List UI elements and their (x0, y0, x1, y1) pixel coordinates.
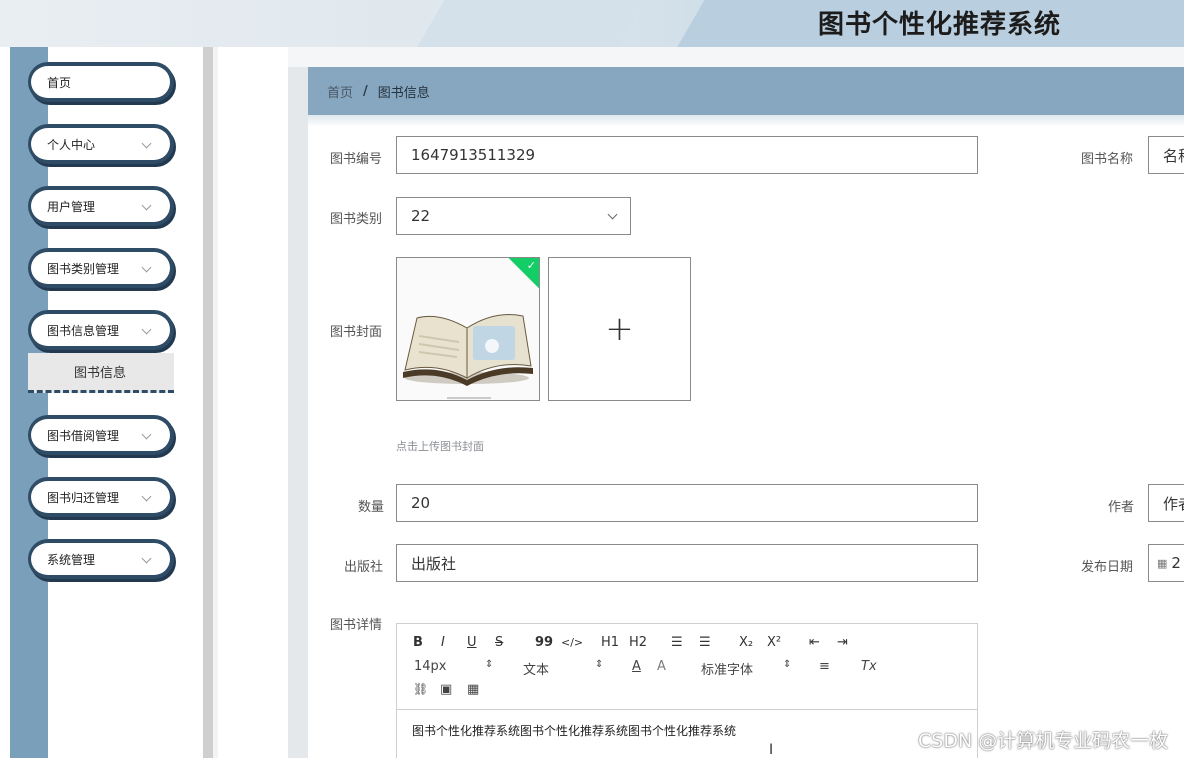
align-button[interactable]: ≡ (819, 659, 830, 674)
h1-button[interactable]: H1 (601, 635, 619, 650)
chevron-down-icon (141, 429, 152, 440)
app-title: 图书个性化推荐系统 (818, 10, 1062, 40)
publisher-label: 出版社 (344, 560, 384, 575)
breadcrumb: 首页 / 图书信息 (308, 67, 1184, 115)
chevron-down-icon (141, 200, 152, 211)
editor-content[interactable]: 图书个性化推荐系统图书个性化推荐系统图书个性化推荐系统 (412, 722, 736, 739)
sidebar-item-label: 个人中心 (47, 137, 96, 152)
chevron-down-icon (141, 262, 152, 273)
updown-icon: ⇕ (485, 659, 494, 670)
chevron-down-icon (141, 324, 152, 335)
app-header: 图书个性化推荐系统 (0, 0, 1184, 47)
publish-date-value: 2 (1171, 554, 1181, 572)
watermark: CSDN @计算机专业码农一枚 (918, 730, 1169, 752)
text-cursor-icon: I (769, 742, 774, 758)
sidebar-item-label: 图书类别管理 (47, 261, 120, 276)
category-label: 图书类别 (330, 212, 383, 227)
sidebar-item-book-info-management[interactable]: 图书信息管理 (28, 310, 174, 350)
sidebar-subitem-book-info[interactable]: 图书信息 (28, 353, 174, 393)
cover-thumbnail[interactable]: ✓ (396, 257, 540, 401)
h2-button[interactable]: H2 (629, 635, 647, 650)
strike-button[interactable]: S (495, 635, 503, 650)
sidebar-item-borrow-management[interactable]: 图书借阅管理 (28, 415, 174, 455)
author-input[interactable]: 作者 (1148, 484, 1184, 522)
breadcrumb-separator: / (363, 83, 368, 99)
chevron-down-icon (141, 491, 152, 502)
link-button[interactable]: ⛓ (413, 682, 428, 696)
sidebar-item-home[interactable]: 首页 (28, 62, 174, 102)
publish-date-label: 发布日期 (1081, 560, 1134, 575)
category-value: 22 (411, 207, 431, 225)
updown-icon: ⇕ (783, 659, 792, 670)
sidebar-item-category-management[interactable]: 图书类别管理 (28, 248, 174, 288)
sidebar-divider (203, 47, 213, 758)
font-family-select[interactable]: 标准字体 (701, 659, 753, 678)
clear-format-button[interactable]: Tx (861, 659, 877, 674)
category-select[interactable]: 22 (396, 197, 631, 235)
sidebar-item-label: 图书归还管理 (47, 490, 120, 505)
superscript-button[interactable]: X² (767, 635, 781, 650)
bold-button[interactable]: B (413, 635, 423, 650)
sidebar-item-personal-center[interactable]: 个人中心 (28, 124, 174, 164)
sidebar-item-label: 图书借阅管理 (47, 428, 120, 443)
image-button[interactable]: ▣ (440, 682, 452, 697)
quantity-value: 20 (411, 494, 431, 512)
quote-button[interactable]: 99 (535, 635, 553, 650)
plus-icon: + (605, 309, 634, 349)
underline-button[interactable]: U (467, 635, 477, 650)
chevron-down-icon (141, 138, 152, 149)
calendar-icon: ▦ (1157, 556, 1168, 570)
subscript-button[interactable]: X₂ (739, 635, 753, 650)
cover-upload-button[interactable]: + (548, 257, 691, 401)
background-color-button[interactable]: A (657, 659, 666, 674)
rich-text-editor[interactable]: B I U S 99 </> H1 H2 ☰ ☰ X₂ X² ⇤ ⇥ 14px … (396, 623, 978, 758)
book-no-label: 图书编号 (330, 152, 383, 167)
author-label: 作者 (1108, 500, 1135, 515)
main-margin (218, 47, 288, 758)
updown-icon: ⇕ (595, 659, 604, 670)
text-style-select[interactable]: 文本 (523, 659, 549, 678)
cover-upload-hint: 点击上传图书封面 (396, 440, 484, 453)
sidebar-item-label: 首页 (47, 75, 72, 90)
sidebar-item-system-management[interactable]: 系统管理 (28, 539, 174, 579)
sidebar-item-label: 系统管理 (47, 552, 96, 567)
outdent-button[interactable]: ⇤ (809, 635, 820, 650)
breadcrumb-current: 图书信息 (377, 85, 430, 101)
code-button[interactable]: </> (561, 636, 583, 649)
ordered-list-button[interactable]: ☰ (671, 635, 683, 650)
publisher-value: 出版社 (411, 554, 457, 573)
font-size-select[interactable]: 14px (414, 659, 447, 674)
breadcrumb-fade (308, 115, 1184, 127)
sidebar-item-return-management[interactable]: 图书归还管理 (28, 477, 174, 517)
font-color-button[interactable]: A (632, 659, 641, 674)
cover-label: 图书封面 (330, 325, 383, 340)
main-top-gap (288, 47, 1184, 67)
quantity-label: 数量 (358, 500, 385, 515)
sidebar-subitem-label: 图书信息 (73, 366, 126, 381)
book-name-label: 图书名称 (1081, 152, 1134, 167)
publisher-input[interactable]: 出版社 (396, 544, 978, 582)
sidebar-item-label: 用户管理 (47, 199, 96, 214)
chevron-down-icon (607, 209, 618, 220)
bullet-list-button[interactable]: ☰ (699, 635, 711, 650)
chevron-down-icon (141, 553, 152, 564)
check-icon: ✓ (526, 259, 536, 272)
quantity-input[interactable]: 20 (396, 484, 978, 522)
italic-button[interactable]: I (441, 635, 445, 650)
sidebar-item-user-management[interactable]: 用户管理 (28, 186, 174, 226)
author-value: 作者 (1163, 494, 1184, 513)
book-no-input[interactable]: 1647913511329 (396, 136, 978, 174)
book-no-value: 1647913511329 (411, 146, 536, 164)
editor-toolbar: B I U S 99 </> H1 H2 ☰ ☰ X₂ X² ⇤ ⇥ 14px … (397, 624, 977, 710)
book-name-input[interactable]: 名称 (1148, 136, 1184, 174)
breadcrumb-home[interactable]: 首页 (327, 82, 353, 101)
main-strip (288, 47, 308, 758)
indent-button[interactable]: ⇥ (837, 635, 848, 650)
sidebar-item-label: 图书信息管理 (47, 323, 120, 338)
details-label: 图书详情 (330, 618, 383, 633)
publish-date-input[interactable]: ▦ 2 (1148, 544, 1184, 582)
book-name-value: 名称 (1163, 146, 1184, 165)
open-book-image (397, 258, 539, 400)
video-button[interactable]: ▦ (467, 682, 479, 697)
